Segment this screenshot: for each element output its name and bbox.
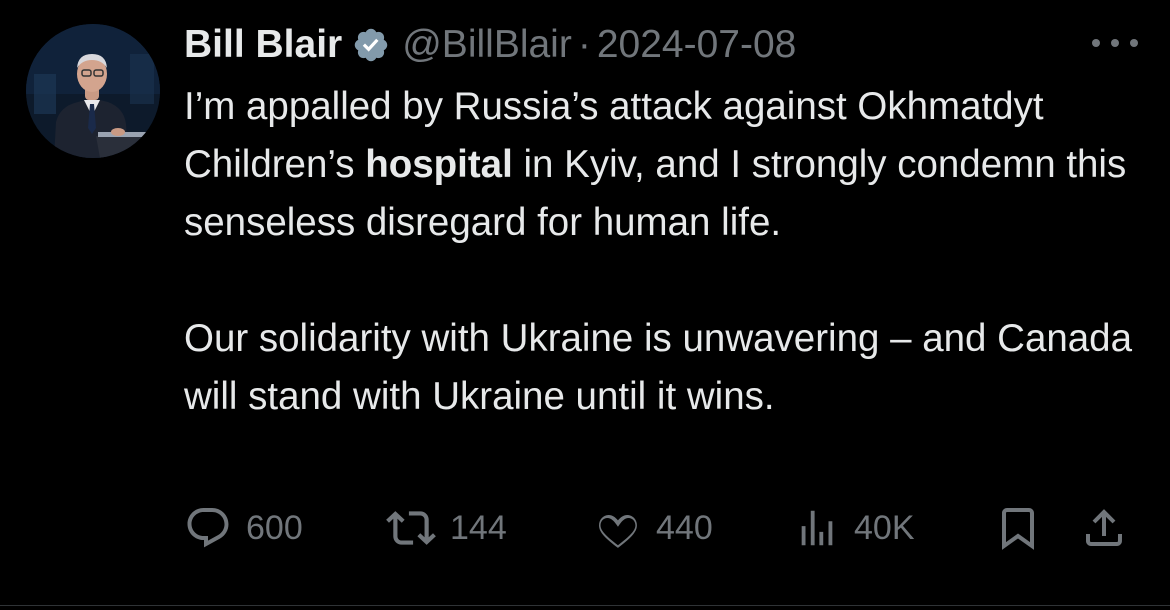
- author-handle[interactable]: @BillBlair: [402, 23, 572, 67]
- views-count: 40K: [854, 508, 915, 547]
- tweet[interactable]: Bill Blair @BillBlair · 2024-07-08 I’m a…: [0, 0, 1170, 610]
- more-icon[interactable]: [1092, 28, 1138, 58]
- tweet-paragraph-1: I’m appalled by Russia’s attack against …: [184, 78, 1144, 252]
- share-button[interactable]: [1080, 500, 1128, 556]
- reply-button[interactable]: 600: [184, 500, 303, 556]
- share-icon: [1086, 509, 1122, 546]
- action-bar: 600 144 440 40K: [184, 500, 1144, 556]
- profile-photo: [26, 24, 160, 158]
- like-icon: [599, 514, 637, 548]
- verified-badge-icon[interactable]: [352, 26, 390, 64]
- tweet-text: I’m appalled by Russia’s attack against …: [184, 78, 1144, 426]
- repost-button[interactable]: 144: [386, 500, 507, 556]
- bookmark-button[interactable]: [994, 500, 1042, 556]
- tweet-paragraph-2: Our solidarity with Ukraine is unwaverin…: [184, 317, 1133, 418]
- like-button[interactable]: 440: [594, 500, 713, 556]
- tweet-header: Bill Blair @BillBlair · 2024-07-08: [184, 18, 796, 72]
- like-count: 440: [656, 508, 713, 547]
- divider: [0, 605, 1170, 606]
- tweet-date[interactable]: 2024-07-08: [597, 23, 797, 67]
- author-name[interactable]: Bill Blair: [184, 23, 342, 67]
- reply-icon: [187, 508, 229, 548]
- bookmark-icon: [1002, 508, 1034, 550]
- avatar[interactable]: [26, 24, 160, 158]
- repost-count: 144: [450, 508, 507, 547]
- reply-count: 600: [246, 508, 303, 547]
- repost-icon: [386, 511, 436, 545]
- highlighted-word: hospital: [365, 143, 513, 186]
- views-button[interactable]: 40K: [794, 500, 915, 556]
- separator-dot: ·: [577, 23, 591, 66]
- views-icon: [801, 510, 833, 546]
